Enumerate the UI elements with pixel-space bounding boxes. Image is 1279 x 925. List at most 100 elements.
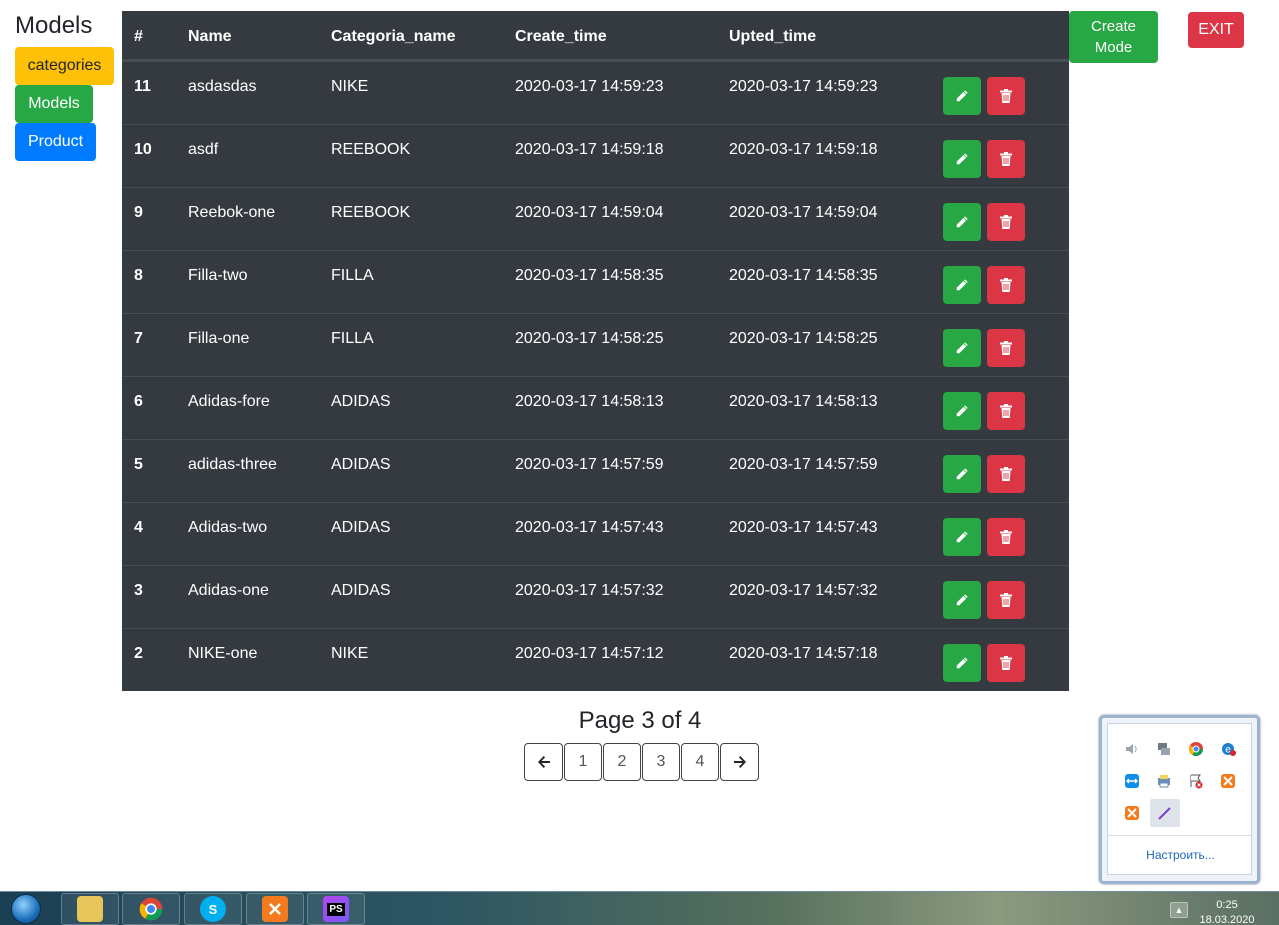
edit-button[interactable] bbox=[943, 518, 981, 556]
cell-update-time: 2020-03-17 14:57:59 bbox=[729, 456, 878, 473]
trash-icon bbox=[1000, 593, 1012, 607]
delete-button[interactable] bbox=[987, 266, 1025, 304]
tray-overflow-popup: e Настроить... bbox=[1099, 715, 1260, 884]
cell-create-time: 2020-03-17 14:59:18 bbox=[515, 141, 664, 158]
phpstorm-icon: PS bbox=[323, 896, 349, 922]
cell-name: adidas-three bbox=[188, 456, 277, 473]
next-page-button[interactable] bbox=[720, 743, 759, 781]
delete-button[interactable] bbox=[987, 140, 1025, 178]
cell-category: FILLA bbox=[331, 330, 374, 347]
cell-name: Reebok-one bbox=[188, 204, 276, 221]
system-clock[interactable]: 0:25 18.03.2020 bbox=[1196, 898, 1258, 925]
exit-button[interactable]: EXIT bbox=[1188, 12, 1244, 48]
pencil-icon bbox=[956, 153, 968, 165]
cell-name: Adidas-two bbox=[188, 519, 268, 536]
product-button[interactable]: Product bbox=[15, 123, 96, 161]
delete-button[interactable] bbox=[987, 518, 1025, 556]
delete-button[interactable] bbox=[987, 392, 1025, 430]
arrow-left-icon bbox=[537, 756, 550, 768]
cell-create-time: 2020-03-17 14:58:13 bbox=[515, 393, 664, 410]
printer-icon[interactable] bbox=[1153, 770, 1175, 792]
cell-category: NIKE bbox=[331, 645, 369, 662]
table-header: # Name Categoria_name Create_time Upted_… bbox=[122, 11, 1069, 61]
header-name: Name bbox=[188, 28, 232, 45]
cell-update-time: 2020-03-17 14:59:04 bbox=[729, 204, 878, 221]
taskbar-xampp[interactable] bbox=[246, 893, 304, 925]
cell-update-time: 2020-03-17 14:58:25 bbox=[729, 330, 878, 347]
edit-button[interactable] bbox=[943, 644, 981, 682]
create-label-line2: Mode bbox=[1094, 39, 1133, 56]
trash-icon bbox=[1000, 467, 1012, 481]
pencil-icon bbox=[956, 468, 968, 480]
prev-page-button[interactable] bbox=[524, 743, 563, 781]
page-button-3[interactable]: 3 bbox=[642, 743, 680, 781]
edit-button[interactable] bbox=[943, 392, 981, 430]
create-model-button[interactable]: Create Mode bbox=[1069, 11, 1158, 63]
volume-icon[interactable] bbox=[1121, 738, 1143, 760]
edit-button[interactable] bbox=[943, 266, 981, 304]
page-indicator: Page 3 of 4 bbox=[578, 707, 702, 734]
taskbar-skype[interactable]: S bbox=[184, 893, 242, 925]
pagination: 1 2 3 4 bbox=[524, 743, 760, 781]
cell-create-time: 2020-03-17 14:57:43 bbox=[515, 519, 664, 536]
delete-button[interactable] bbox=[987, 455, 1025, 493]
cell-id: 6 bbox=[134, 393, 143, 410]
cell-create-time: 2020-03-17 14:58:35 bbox=[515, 267, 664, 284]
action-center-icon[interactable] bbox=[1185, 770, 1207, 792]
taskbar-explorer[interactable] bbox=[61, 893, 119, 925]
delete-button[interactable] bbox=[987, 644, 1025, 682]
cell-update-time: 2020-03-17 14:59:23 bbox=[729, 78, 878, 95]
edit-button[interactable] bbox=[943, 455, 981, 493]
edit-button[interactable] bbox=[943, 329, 981, 367]
cell-id: 5 bbox=[134, 456, 143, 473]
cell-category: ADIDAS bbox=[331, 456, 391, 473]
delete-button[interactable] bbox=[987, 329, 1025, 367]
page-title: Models bbox=[15, 12, 93, 39]
cell-category: FILLA bbox=[331, 267, 374, 284]
show-hidden-icons-button[interactable]: ▲ bbox=[1170, 902, 1188, 918]
pencil-icon bbox=[956, 216, 968, 228]
edit-button[interactable] bbox=[943, 203, 981, 241]
edit-button[interactable] bbox=[943, 581, 981, 619]
xampp-icon[interactable] bbox=[1217, 770, 1239, 792]
ie-icon[interactable]: e bbox=[1217, 738, 1239, 760]
delete-button[interactable] bbox=[987, 203, 1025, 241]
cell-category: ADIDAS bbox=[331, 582, 391, 599]
pencil-icon bbox=[956, 531, 968, 543]
explorer-icon bbox=[77, 896, 103, 922]
trash-icon bbox=[1000, 341, 1012, 355]
delete-button[interactable] bbox=[987, 77, 1025, 115]
page-button-2[interactable]: 2 bbox=[603, 743, 641, 781]
taskbar-phpstorm[interactable]: PS bbox=[307, 893, 365, 925]
pencil-icon bbox=[956, 657, 968, 669]
trash-icon bbox=[1000, 215, 1012, 229]
header-update-time: Upted_time bbox=[729, 28, 817, 45]
network-icon[interactable] bbox=[1153, 738, 1175, 760]
pencil-icon bbox=[956, 405, 968, 417]
taskbar-chrome[interactable] bbox=[122, 893, 180, 925]
xampp-icon[interactable] bbox=[1121, 802, 1143, 824]
table-row: 7 Filla-one FILLA 2020-03-17 14:58:25 2020-0… bbox=[122, 313, 1069, 376]
delete-button[interactable] bbox=[987, 581, 1025, 619]
categories-button[interactable]: categories bbox=[15, 47, 114, 85]
trash-icon bbox=[1000, 656, 1012, 670]
start-button[interactable] bbox=[6, 893, 46, 925]
pen-icon[interactable] bbox=[1150, 799, 1180, 827]
teamviewer-icon[interactable] bbox=[1121, 770, 1143, 792]
edit-button[interactable] bbox=[943, 77, 981, 115]
header-create-time: Create_time bbox=[515, 28, 607, 45]
cell-update-time: 2020-03-17 14:57:43 bbox=[729, 519, 878, 536]
chrome-icon bbox=[139, 897, 163, 921]
cell-create-time: 2020-03-17 14:59:23 bbox=[515, 78, 664, 95]
cell-create-time: 2020-03-17 14:59:04 bbox=[515, 204, 664, 221]
cell-category: ADIDAS bbox=[331, 519, 391, 536]
edit-button[interactable] bbox=[943, 140, 981, 178]
pencil-icon bbox=[956, 594, 968, 606]
cell-category: ADIDAS bbox=[331, 393, 391, 410]
chrome-icon[interactable] bbox=[1185, 738, 1207, 760]
customize-link[interactable]: Настроить... bbox=[1108, 848, 1253, 862]
clock-time: 0:25 bbox=[1216, 899, 1238, 911]
models-button[interactable]: Models bbox=[15, 85, 93, 123]
page-button-4[interactable]: 4 bbox=[681, 743, 719, 781]
page-button-1[interactable]: 1 bbox=[564, 743, 602, 781]
